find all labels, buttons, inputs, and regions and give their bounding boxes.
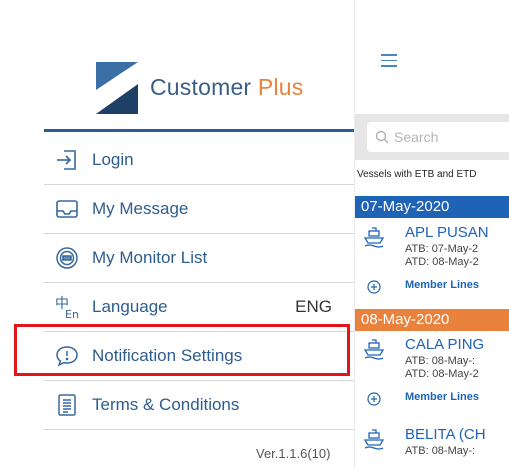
- app-version: Ver.1.1.6(10): [256, 446, 331, 461]
- ship-icon: [363, 339, 385, 360]
- search-bar: [355, 114, 509, 160]
- monitor-icon: [54, 245, 80, 271]
- menu-item-terms-conditions[interactable]: Terms & Conditions: [44, 381, 354, 430]
- language-value: ENG: [295, 297, 332, 316]
- menu-item-label: Login: [92, 150, 134, 169]
- side-drawer: Customer Plus Login My Message My Monito…: [0, 0, 354, 468]
- expand-plus-icon[interactable]: [367, 392, 381, 406]
- drawer-menu: Login My Message My Monitor List 中 En La…: [44, 136, 354, 430]
- vessel-atb: ATB: 07-May-2: [405, 243, 479, 255]
- menu-item-notification-settings[interactable]: Notification Settings: [44, 332, 354, 381]
- menu-item-label: Language: [92, 297, 168, 316]
- app-name: Customer Plus: [150, 74, 304, 100]
- vessel-atd: ATD: 08-May-2: [405, 368, 479, 380]
- vessel-atd: ATD: 08-May-2: [405, 256, 479, 268]
- list-caption: Vessels with ETB and ETD: [357, 169, 477, 180]
- menu-item-label: Terms & Conditions: [92, 395, 240, 414]
- vessel-atb: ATB: 08-May-:: [405, 445, 476, 457]
- menu-item-login[interactable]: Login: [44, 136, 354, 185]
- expand-plus-icon[interactable]: [367, 280, 381, 294]
- search-input[interactable]: [394, 129, 504, 145]
- date-header: 08-May-2020: [355, 309, 509, 331]
- menu-item-label: My Message: [92, 199, 189, 218]
- vessel-name: BELITA (CH: [405, 426, 486, 443]
- menu-item-label: Notification Settings: [92, 346, 243, 365]
- member-lines-link[interactable]: Member Lines: [405, 391, 479, 403]
- vessel-name: APL PUSAN: [405, 224, 489, 241]
- document-icon: [54, 392, 80, 418]
- notification-icon: [54, 343, 80, 369]
- member-lines-link[interactable]: Member Lines: [405, 279, 479, 291]
- menu-item-label: My Monitor List: [92, 248, 208, 267]
- search-box[interactable]: [367, 122, 509, 152]
- date-header: 07-May-2020: [355, 196, 509, 218]
- ship-icon: [363, 429, 385, 450]
- app-logo: Customer Plus: [96, 60, 346, 115]
- login-icon: [54, 147, 80, 173]
- language-icon: 中 En: [54, 294, 80, 320]
- search-icon: [375, 130, 389, 144]
- main-screen: Vessels with ETB and ETD 07-May-2020 APL…: [354, 0, 509, 468]
- vessel-row[interactable]: BELITA (CH ATB: 08-May-:: [355, 426, 509, 466]
- vessel-row[interactable]: CALA PING ATB: 08-May-: ATD: 08-May-2 Me…: [355, 336, 509, 408]
- customer-plus-logo-icon: [96, 61, 138, 114]
- vessel-name: CALA PING: [405, 336, 485, 353]
- menu-item-language[interactable]: 中 En Language ENG: [44, 283, 354, 332]
- drawer-divider: [44, 129, 354, 132]
- inbox-icon: [54, 196, 80, 222]
- svg-text:En: En: [65, 308, 79, 320]
- hamburger-icon[interactable]: [381, 54, 397, 68]
- vessel-atb: ATB: 08-May-:: [405, 355, 476, 367]
- vessel-row[interactable]: APL PUSAN ATB: 07-May-2 ATD: 08-May-2 Me…: [355, 224, 509, 296]
- ship-icon: [363, 227, 385, 248]
- menu-item-my-monitor-list[interactable]: My Monitor List: [44, 234, 354, 283]
- menu-item-my-message[interactable]: My Message: [44, 185, 354, 234]
